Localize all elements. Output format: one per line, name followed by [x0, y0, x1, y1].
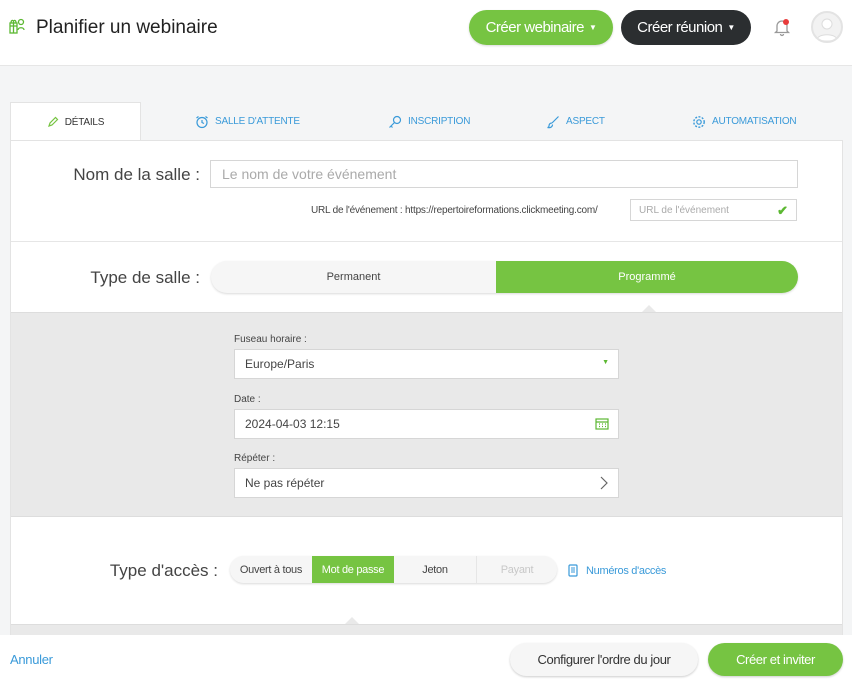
- access-open[interactable]: Ouvert à tous: [230, 556, 312, 583]
- schedule-section: Fuseau horaire : Europe/Paris ▼ Date : 2…: [11, 312, 842, 517]
- access-type-toggle: Ouvert à tous Mot de passe Jeton Payant: [230, 556, 557, 583]
- brush-icon: [547, 115, 559, 128]
- access-password[interactable]: Mot de passe: [312, 556, 394, 583]
- settings-tabs: DÉTAILS SALLE D'ATTENTE INSCRIPTION ASPE…: [10, 102, 843, 141]
- timezone-select[interactable]: Europe/Paris ▼: [234, 349, 619, 379]
- room-type-permanent[interactable]: Permanent: [211, 261, 496, 293]
- create-meeting-label: Créer réunion: [637, 19, 723, 36]
- calendar-icon[interactable]: [595, 417, 609, 430]
- configure-agenda-button[interactable]: Configurer l'ordre du jour: [510, 643, 698, 676]
- timezone-label: Fuseau horaire :: [234, 334, 307, 345]
- tab-waiting-room[interactable]: SALLE D'ATTENTE: [195, 102, 300, 141]
- tab-label: AUTOMATISATION: [712, 116, 797, 127]
- create-webinar-label: Créer webinaire: [485, 19, 585, 36]
- notification-bell-icon[interactable]: [773, 17, 791, 37]
- repeat-select[interactable]: Ne pas répéter: [234, 468, 619, 498]
- pencil-icon: [47, 116, 59, 127]
- timezone-value: Europe/Paris: [245, 357, 315, 371]
- create-and-invite-button[interactable]: Créer et inviter: [708, 643, 843, 676]
- section-divider: [11, 241, 842, 242]
- top-header: Planifier un webinaire Créer webinaire ▼…: [0, 0, 852, 66]
- tab-label: INSCRIPTION: [408, 116, 471, 127]
- room-name-label: Nom de la salle :: [73, 165, 200, 184]
- alarm-clock-icon: [196, 115, 208, 128]
- tab-registration[interactable]: INSCRIPTION: [388, 102, 470, 141]
- room-name-placeholder: Le nom de votre événement: [222, 166, 397, 182]
- event-url-input[interactable]: URL de l'événement ✔: [630, 199, 797, 221]
- access-numbers-label: Numéros d'accès: [586, 564, 667, 577]
- date-label: Date :: [234, 394, 261, 405]
- tab-label: SALLE D'ATTENTE: [215, 116, 300, 127]
- access-type-label: Type d'accès :: [109, 561, 218, 580]
- details-panel: Nom de la salle : Le nom de votre événem…: [10, 140, 843, 635]
- gear-icon: [693, 115, 705, 128]
- phone-icon: [568, 564, 578, 577]
- checkmark-icon: ✔: [777, 203, 788, 218]
- date-value: 2024-04-03 12:15: [245, 417, 340, 431]
- user-silhouette-icon: [816, 18, 838, 41]
- cancel-link[interactable]: Annuler: [10, 652, 53, 667]
- footer-bar: Annuler Configurer l'ordre du jour Créer…: [0, 635, 852, 683]
- repeat-value: Ne pas répéter: [245, 476, 325, 490]
- room-name-input[interactable]: Le nom de votre événement: [210, 160, 798, 188]
- user-avatar[interactable]: [811, 11, 843, 43]
- access-detail-section: [11, 624, 842, 635]
- page-title: Planifier un webinaire: [36, 17, 218, 38]
- tab-automation[interactable]: AUTOMATISATION: [692, 102, 797, 141]
- create-meeting-button[interactable]: Créer réunion ▼: [621, 10, 751, 45]
- room-type-scheduled[interactable]: Programmé: [496, 261, 798, 293]
- room-type-label: Type de salle :: [90, 268, 200, 287]
- tab-label: DÉTAILS: [64, 116, 105, 128]
- tab-details[interactable]: DÉTAILS: [10, 102, 141, 141]
- caret-down-icon: ▼: [588, 23, 597, 32]
- tab-appearance[interactable]: ASPECT: [546, 102, 605, 141]
- room-type-toggle: Permanent Programmé: [211, 261, 798, 293]
- gift-people-icon: [9, 18, 25, 34]
- key-icon: [389, 115, 402, 128]
- create-webinar-button[interactable]: Créer webinaire ▼: [469, 10, 613, 45]
- date-input[interactable]: 2024-04-03 12:15: [234, 409, 619, 439]
- chevron-right-icon: [600, 476, 608, 490]
- caret-down-icon: ▼: [602, 359, 609, 366]
- access-numbers-link[interactable]: Numéros d'accès: [568, 564, 666, 577]
- repeat-label: Répéter :: [234, 453, 276, 464]
- event-url-placeholder: URL de l'événement: [639, 204, 729, 216]
- event-url-prefix: URL de l'événement : https://repertoiref…: [311, 205, 598, 216]
- tab-label: ASPECT: [566, 116, 605, 127]
- access-token[interactable]: Jeton: [394, 556, 476, 583]
- access-paid: Payant: [476, 556, 557, 583]
- caret-down-icon: ▼: [727, 23, 735, 32]
